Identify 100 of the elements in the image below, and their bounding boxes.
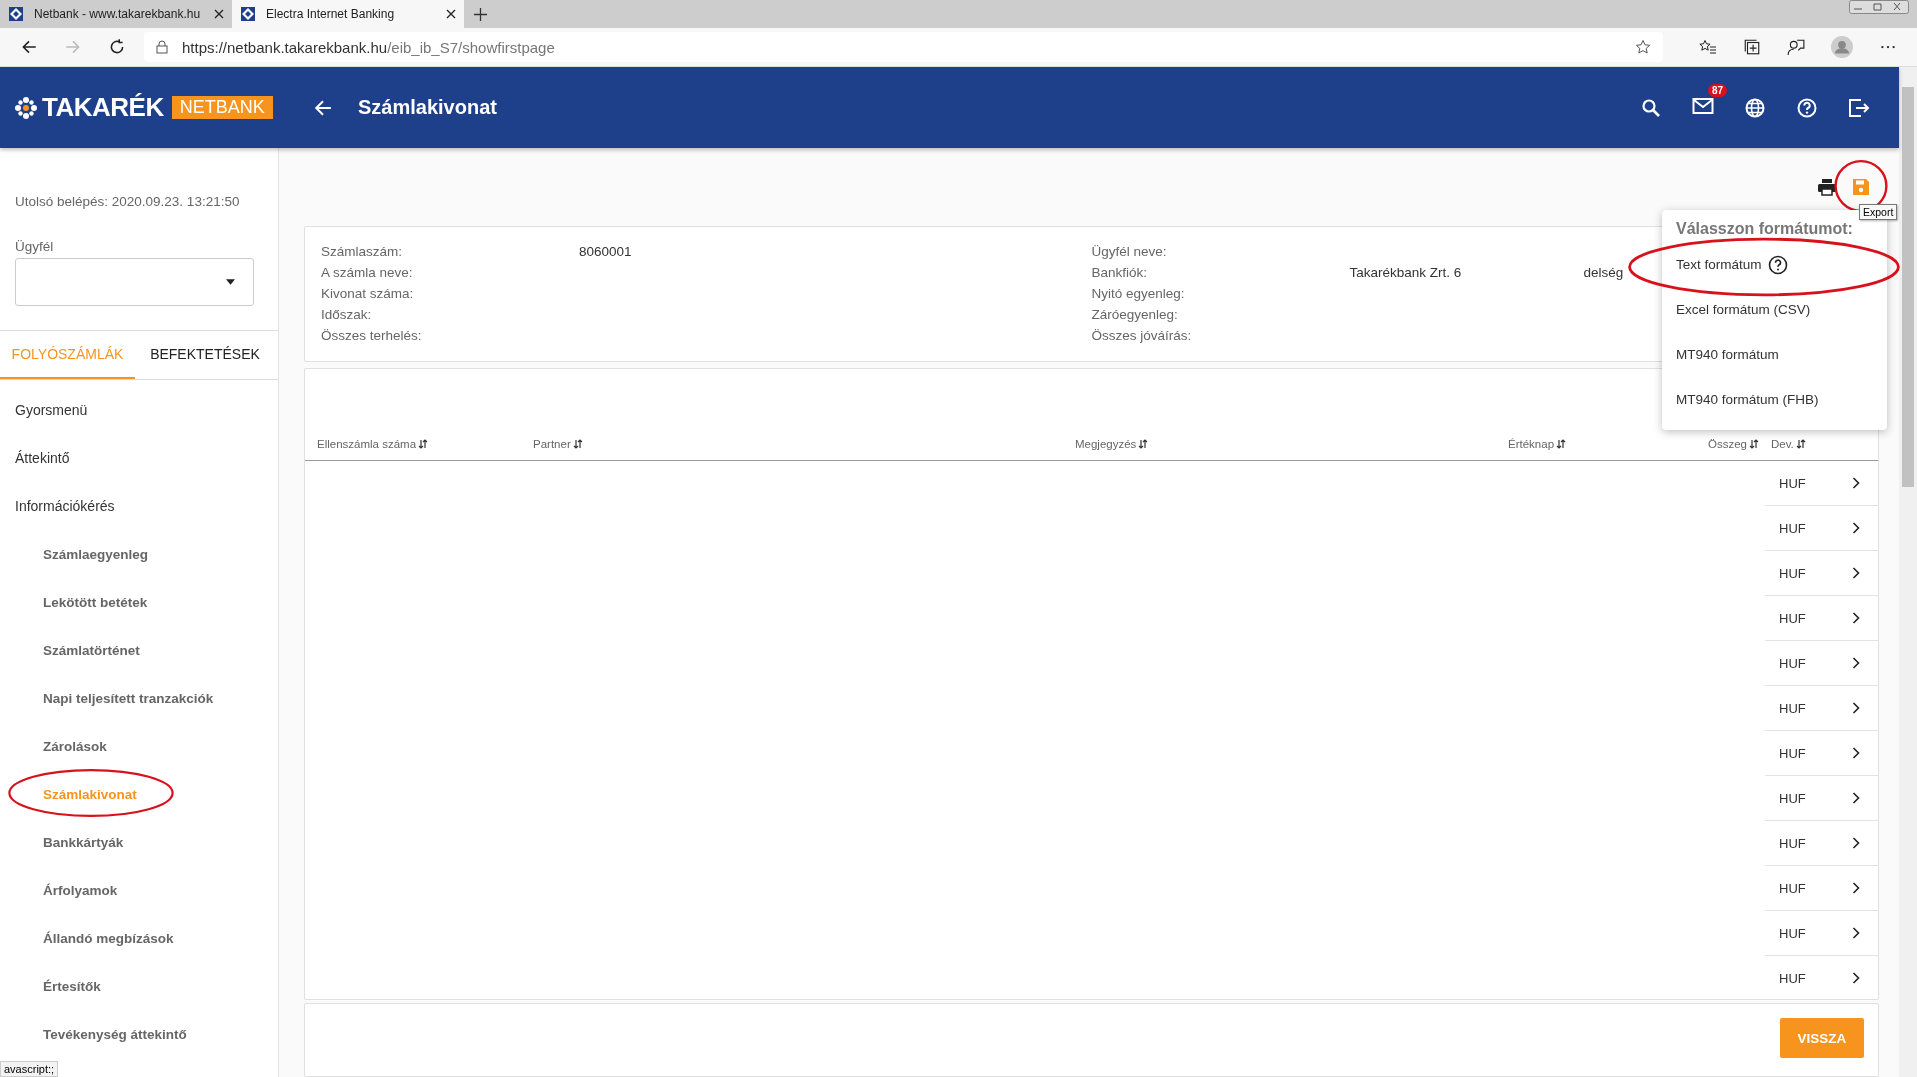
- chevron-right-icon[interactable]: [1852, 927, 1860, 939]
- feedback-icon[interactable]: [1787, 38, 1805, 56]
- column-header[interactable]: Ellenszámla száma: [317, 438, 429, 450]
- field-value: delség: [1583, 265, 1624, 280]
- favorites-icon[interactable]: [1699, 38, 1717, 56]
- address-bar[interactable]: https://netbank.takarekbank.hu/eib_ib_S7/showfirstpage: [144, 32, 1663, 62]
- table-cell-text: HUF: [1779, 790, 1807, 806]
- star-icon[interactable]: [1635, 39, 1651, 55]
- sort-icon[interactable]: [1556, 439, 1567, 449]
- print-icon[interactable]: [1817, 178, 1837, 196]
- menu-item[interactable]: Gyorsmenü: [0, 386, 278, 434]
- column-header[interactable]: Partner: [533, 438, 583, 450]
- status-text: avascript:;: [0, 1061, 59, 1077]
- tab-title: Electra Internet Banking: [266, 7, 396, 21]
- sort-icon[interactable]: [1795, 439, 1806, 449]
- submenu-item[interactable]: Zárolások: [0, 722, 278, 770]
- submenu-item[interactable]: Lekötött betétek: [0, 578, 278, 626]
- lock-icon: [156, 40, 168, 54]
- search-icon[interactable]: [1640, 97, 1662, 118]
- column-header[interactable]: Összeg: [1708, 438, 1759, 450]
- chevron-right-icon[interactable]: [1852, 522, 1860, 534]
- table-cell-text: HUF: [1779, 700, 1807, 716]
- logo-text: TAKARÉK: [42, 92, 164, 123]
- logout-icon[interactable]: [1848, 97, 1870, 118]
- chevron-right-icon[interactable]: [1852, 477, 1860, 489]
- menu-option[interactable]: MT940 formátum (FHB): [1662, 381, 1887, 418]
- chevron-right-icon[interactable]: [1852, 657, 1860, 669]
- table-cell-text: HUF: [1779, 520, 1807, 536]
- back-arrow-icon[interactable]: [314, 98, 332, 117]
- site-icon: [8, 6, 24, 22]
- table-cell-text: HUF: [1779, 475, 1807, 491]
- field-label: Összes terhelés:: [321, 328, 423, 343]
- reload-icon[interactable]: [108, 38, 126, 56]
- table-cell-text: HUF: [1779, 925, 1807, 941]
- field-label: Számlaszám:: [321, 244, 404, 259]
- menu-title: Válasszon formátumot:: [1675, 220, 1854, 238]
- field-label: Kivonat száma:: [321, 286, 415, 301]
- menu-item[interactable]: Áttekintő: [0, 434, 278, 482]
- menu-item[interactable]: Információkérés: [0, 482, 278, 530]
- submenu-item[interactable]: Számlatörténet: [0, 626, 278, 674]
- logo-badge: NETBANK: [171, 96, 273, 119]
- sort-icon[interactable]: [572, 439, 583, 449]
- sort-icon[interactable]: [1138, 439, 1149, 449]
- close-icon[interactable]: [446, 9, 456, 19]
- chevron-right-icon[interactable]: [1852, 792, 1860, 804]
- chevron-right-icon[interactable]: [1852, 567, 1860, 579]
- profile-avatar[interactable]: [1831, 36, 1853, 58]
- submenu-item[interactable]: Számlaegyenleg: [0, 530, 278, 578]
- caret-icon: [226, 279, 235, 285]
- client-label: Ügyfél: [15, 239, 55, 254]
- back-icon[interactable]: [20, 38, 38, 56]
- new-tab-icon[interactable]: [474, 8, 487, 21]
- column-header[interactable]: Megjegyzés: [1075, 438, 1149, 450]
- sort-icon[interactable]: [1749, 439, 1759, 449]
- field-label: Összes jóváírás:: [1091, 328, 1193, 343]
- browser-tab[interactable]: Electra Internet Banking: [232, 0, 464, 28]
- table-cell-text: HUF: [1779, 655, 1807, 671]
- sidebar-tab[interactable]: BEFEKTETÉSEK: [135, 331, 275, 379]
- menu-option[interactable]: Excel formátum (CSV): [1662, 291, 1887, 328]
- scrollbar[interactable]: [1899, 67, 1917, 1077]
- page-title: Számlakivonat: [358, 96, 497, 119]
- globe-icon[interactable]: [1744, 97, 1766, 118]
- tooltip: Export: [1859, 204, 1898, 220]
- help-icon[interactable]: [1767, 254, 1788, 275]
- close-icon[interactable]: [214, 9, 224, 19]
- submenu-item[interactable]: Tevékenység áttekintő: [0, 1010, 278, 1058]
- submenu-item[interactable]: Állandó megbízások: [0, 914, 278, 962]
- chevron-right-icon[interactable]: [1852, 747, 1860, 759]
- field-label: Bankfiók:: [1091, 265, 1149, 280]
- field-label: Záróegyenleg:: [1091, 307, 1179, 322]
- sort-icon[interactable]: [418, 439, 429, 449]
- site-icon: [240, 6, 256, 22]
- tab-title: Netbank - www.takarekbank.hu: [34, 7, 202, 21]
- field-value: 8060001: [579, 244, 633, 259]
- table-cell-text: HUF: [1779, 880, 1807, 896]
- column-header[interactable]: Értéknap: [1508, 438, 1567, 450]
- submenu-item[interactable]: Árfolyamok: [0, 866, 278, 914]
- table-cell-text: HUF: [1779, 565, 1807, 581]
- field-value: Takarékbank Zrt. 6: [1349, 265, 1463, 280]
- last-login-text: Utolsó belépés: 2020.09.23. 13:21:50: [15, 194, 241, 209]
- unread-badge: 87: [1707, 83, 1727, 97]
- table-cell-text: HUF: [1779, 610, 1807, 626]
- table-cell-text: HUF: [1779, 970, 1807, 986]
- browser-tab[interactable]: Netbank - www.takarekbank.hu: [0, 0, 232, 28]
- window-controls[interactable]: [1849, 0, 1909, 14]
- submenu-item[interactable]: Értesítők: [0, 962, 278, 1010]
- field-label: Nyitó egyenleg:: [1091, 286, 1186, 301]
- collections-icon[interactable]: [1743, 38, 1761, 56]
- chevron-right-icon[interactable]: [1852, 702, 1860, 714]
- chevron-right-icon[interactable]: [1852, 612, 1860, 624]
- submenu-item[interactable]: Bankkártyák: [0, 818, 278, 866]
- mail-icon[interactable]: [1692, 95, 1714, 116]
- chevron-right-icon[interactable]: [1852, 972, 1860, 984]
- field-label: A számla neve:: [321, 265, 414, 280]
- menu-option[interactable]: MT940 formátum: [1662, 336, 1887, 373]
- field-label: Időszak:: [321, 307, 373, 322]
- column-header[interactable]: Dev.: [1771, 438, 1806, 450]
- chevron-right-icon[interactable]: [1852, 837, 1860, 849]
- submenu-item[interactable]: Napi teljesített tranzakciók: [0, 674, 278, 722]
- chevron-right-icon[interactable]: [1852, 882, 1860, 894]
